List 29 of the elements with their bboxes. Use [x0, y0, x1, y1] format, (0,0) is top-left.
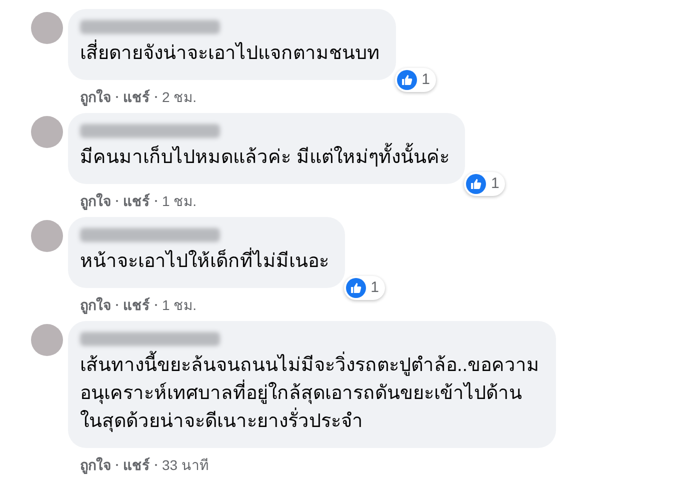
thumbs-up-icon [346, 278, 366, 298]
share-link[interactable]: แชร์ [123, 455, 150, 475]
avatar-placeholder [31, 324, 63, 356]
reaction-badge[interactable]: 1 [344, 276, 385, 300]
avatar-placeholder [31, 116, 63, 148]
comment-text: เส้นทางนี้ขยะล้นจนถนนไม่มีจะวิ่งรถตะปูตำล้อ..ขอความ อนุเคราะห์เทศบาลที่อยู่ใกล้สุดเอารถดันขยะเข้าไปด้าน ในสุดด้วยน่าจะดีเนาะยางรั่วประจำ [80, 352, 540, 436]
like-link[interactable]: ถูกใจ [80, 87, 111, 107]
comment-time[interactable]: 33 นาที [162, 455, 208, 475]
comment-time[interactable]: 2 ชม. [162, 87, 197, 107]
reaction-count: 1 [370, 278, 379, 298]
reaction-badge[interactable]: 1 [464, 172, 506, 196]
comment-text: หน้าจะเอาไปให้เด็กที่ไม่มีเนอะ [80, 248, 329, 276]
reaction-badge[interactable]: 1 [394, 68, 436, 92]
comment-time[interactable]: 1 ชม. [162, 295, 197, 315]
share-link[interactable]: แชร์ [123, 191, 150, 211]
avatar-placeholder [31, 220, 63, 252]
comment-text: มีคนมาเก็บไปหมดแล้วค่ะ มีแต่ใหม่ๆทั้งนั้นค่ะ [80, 144, 450, 172]
comment-text: เสี่ยดายจังน่าจะเอาไปแจกตามชนบท [80, 40, 380, 68]
share-link[interactable]: แชร์ [123, 87, 150, 107]
reaction-count: 1 [490, 174, 500, 194]
thumbs-up-icon [396, 70, 417, 90]
like-link[interactable]: ถูกใจ [80, 191, 111, 211]
share-link[interactable]: แชร์ [123, 295, 150, 315]
thumbs-up-icon [466, 174, 486, 194]
like-link[interactable]: ถูกใจ [80, 455, 111, 475]
comment-time[interactable]: 1 ชม. [162, 191, 197, 211]
reaction-count: 1 [422, 70, 430, 90]
avatar-placeholder [31, 12, 63, 44]
like-link[interactable]: ถูกใจ [80, 295, 111, 315]
